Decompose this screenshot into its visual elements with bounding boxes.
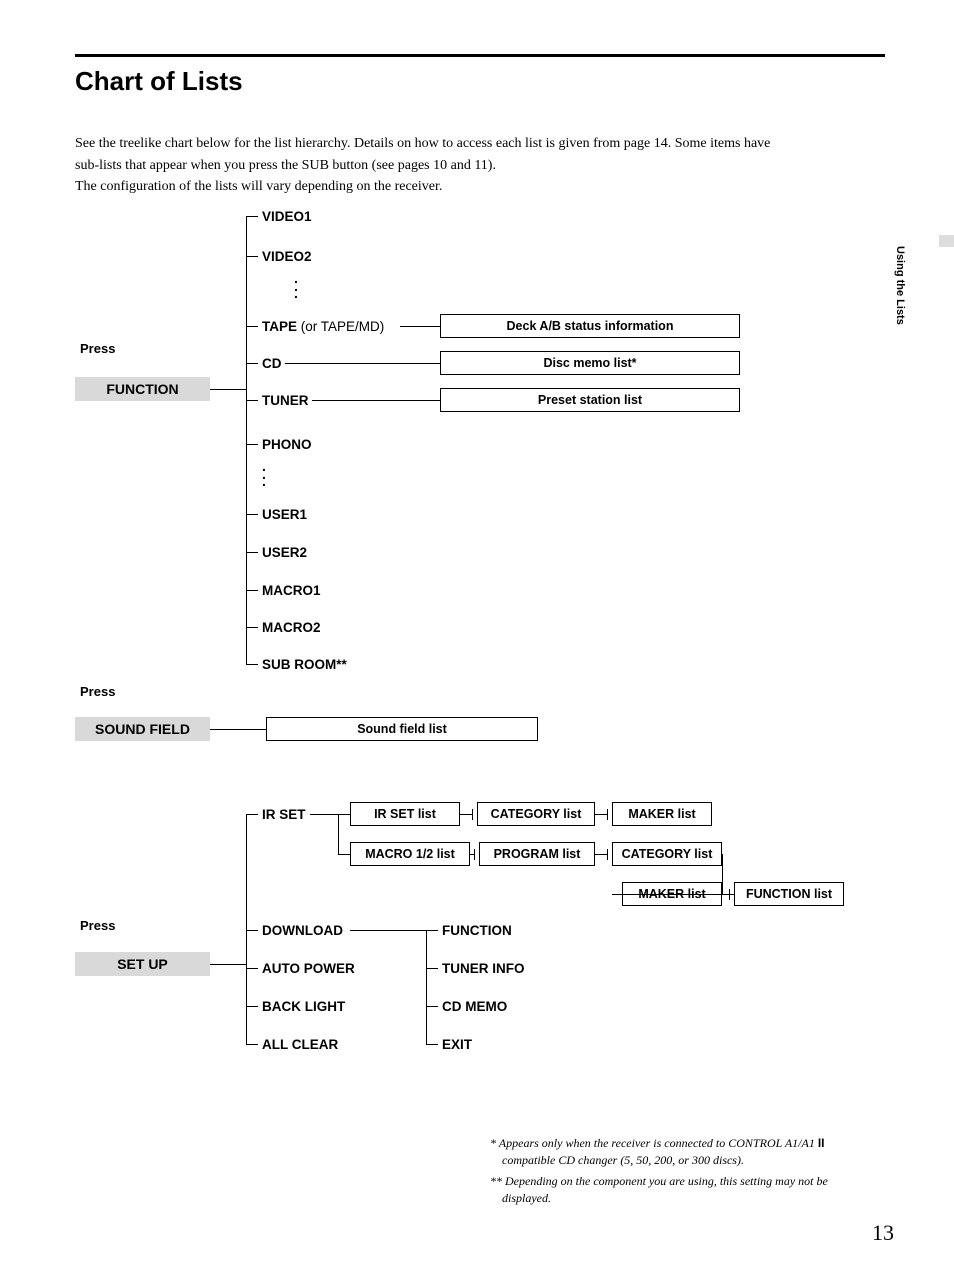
setup-button[interactable]: SET UP [75,952,210,976]
tree-node-exit: EXIT [442,1037,472,1052]
box-maker-list-2: MAKER list [622,882,722,906]
section-tab [939,235,954,247]
press-label: Press [80,918,115,933]
tree-node-user1: USER1 [262,507,307,522]
tree-node-tuner: TUNER [262,393,309,408]
page-title: Chart of Lists [75,66,243,97]
tree-node-irset: IR SET [262,807,306,822]
function-button[interactable]: FUNCTION [75,377,210,401]
page-number: 13 [872,1220,894,1246]
box-program-list: PROGRAM list [479,842,595,866]
press-label: Press [80,341,115,356]
tree-node-autopower: AUTO POWER [262,961,355,976]
tree-node-tape: TAPE (or TAPE/MD) [262,319,384,334]
tree-node-macro2: MACRO2 [262,620,321,635]
tree-node-allclear: ALL CLEAR [262,1037,338,1052]
tree-node-user2: USER2 [262,545,307,560]
box-function-list: FUNCTION list [734,882,844,906]
box-category-list: CATEGORY list [477,802,595,826]
tree-node-backlight: BACK LIGHT [262,999,345,1014]
box-irset-list: IR SET list [350,802,460,826]
box-preset-station: Preset station list [440,388,740,412]
tree-node-video2: VIDEO2 [262,249,312,264]
tree-node-phono: PHONO [262,437,312,452]
box-disc-memo: Disc memo list* [440,351,740,375]
box-macro12-list: MACRO 1/2 list [350,842,470,866]
tree-node-download: DOWNLOAD [262,923,343,938]
intro-text: See the treelike chart below for the lis… [75,133,875,198]
box-sound-field: Sound field list [266,717,538,741]
press-label: Press [80,684,115,699]
tree-node-tunerinfo: TUNER INFO [442,961,525,976]
box-maker-list: MAKER list [612,802,712,826]
tree-node-subroom: SUB ROOM** [262,657,347,672]
footnote-2: ** Depending on the component you are us… [490,1173,860,1207]
box-category-list-2: CATEGORY list [612,842,722,866]
tree-node-dl-function: FUNCTION [442,923,512,938]
tree-node-cdmemo: CD MEMO [442,999,507,1014]
box-deck-status: Deck A/B status information [440,314,740,338]
tree-node-cd: CD [262,356,282,371]
footnote-1: * Appears only when the receiver is conn… [490,1135,860,1169]
section-label: Using the Lists [894,246,906,325]
tree-node-video1: VIDEO1 [262,209,312,224]
tree-node-macro1: MACRO1 [262,583,321,598]
soundfield-button[interactable]: SOUND FIELD [75,717,210,741]
